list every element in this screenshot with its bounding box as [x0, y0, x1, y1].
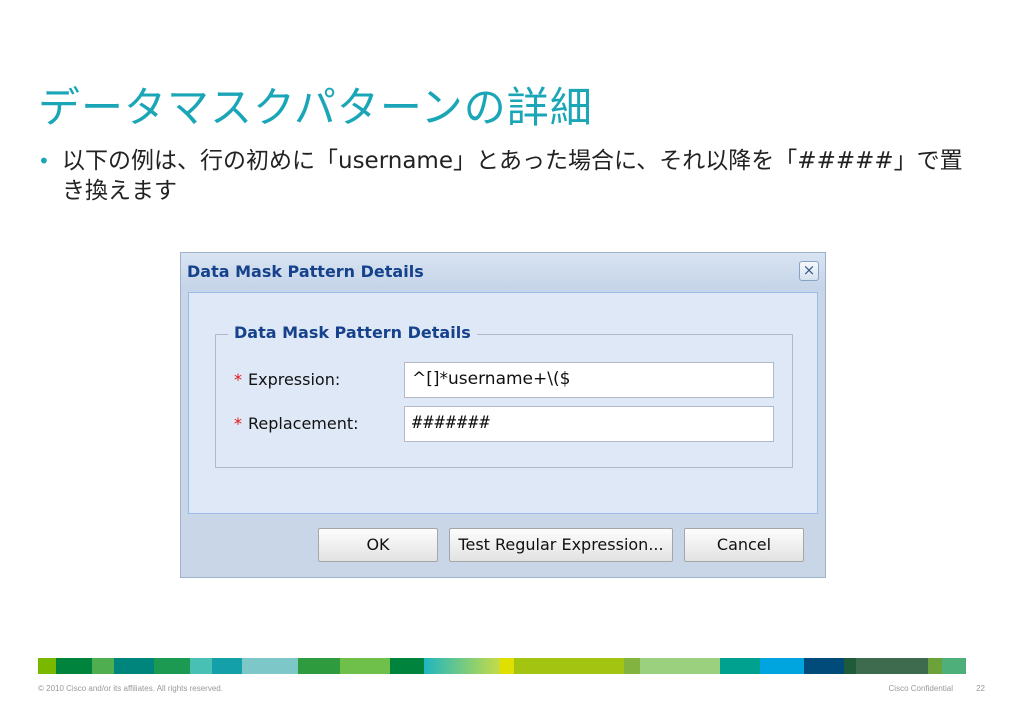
- bullet-item: • 以下の例は、行の初めに「username」とあった場合に、それ以降を「###…: [38, 146, 968, 206]
- cancel-button[interactable]: Cancel: [684, 528, 804, 562]
- expression-input[interactable]: ^[]*username+\($: [404, 362, 774, 398]
- test-regular-expression-button[interactable]: Test Regular Expression...: [449, 528, 673, 562]
- confidential-label: Cisco Confidential: [888, 684, 953, 693]
- close-icon[interactable]: ×: [799, 261, 819, 281]
- ok-button[interactable]: OK: [318, 528, 438, 562]
- replacement-input[interactable]: #######: [404, 406, 774, 442]
- footer-color-bar: [38, 658, 986, 674]
- fieldset-legend: Data Mask Pattern Details: [228, 323, 477, 342]
- pattern-fieldset: Data Mask Pattern Details * Expression: …: [215, 323, 794, 468]
- dialog-header: Data Mask Pattern Details ×: [181, 253, 825, 291]
- bullet-text: 以下の例は、行の初めに「username」とあった場合に、それ以降を「#####…: [62, 148, 963, 204]
- required-mark: *: [234, 414, 242, 433]
- copyright-text: © 2010 Cisco and/or its affiliates. All …: [38, 684, 223, 693]
- dialog-title: Data Mask Pattern Details: [187, 262, 424, 281]
- bullet-dot-icon: •: [38, 149, 50, 173]
- page-number: 22: [976, 684, 985, 693]
- required-mark: *: [234, 370, 242, 389]
- dialog-footer: OK Test Regular Expression... Cancel: [181, 515, 825, 578]
- expression-label: Expression:: [248, 370, 341, 389]
- replacement-label: Replacement:: [248, 414, 359, 433]
- dialog-body: Data Mask Pattern Details * Expression: …: [188, 292, 818, 514]
- expression-row: * Expression: ^[]*username+\($: [234, 362, 794, 398]
- replacement-row: * Replacement: #######: [234, 406, 794, 442]
- slide-title: データマスクパターンの詳細: [38, 83, 593, 132]
- data-mask-pattern-dialog: Data Mask Pattern Details × Data Mask Pa…: [180, 252, 826, 578]
